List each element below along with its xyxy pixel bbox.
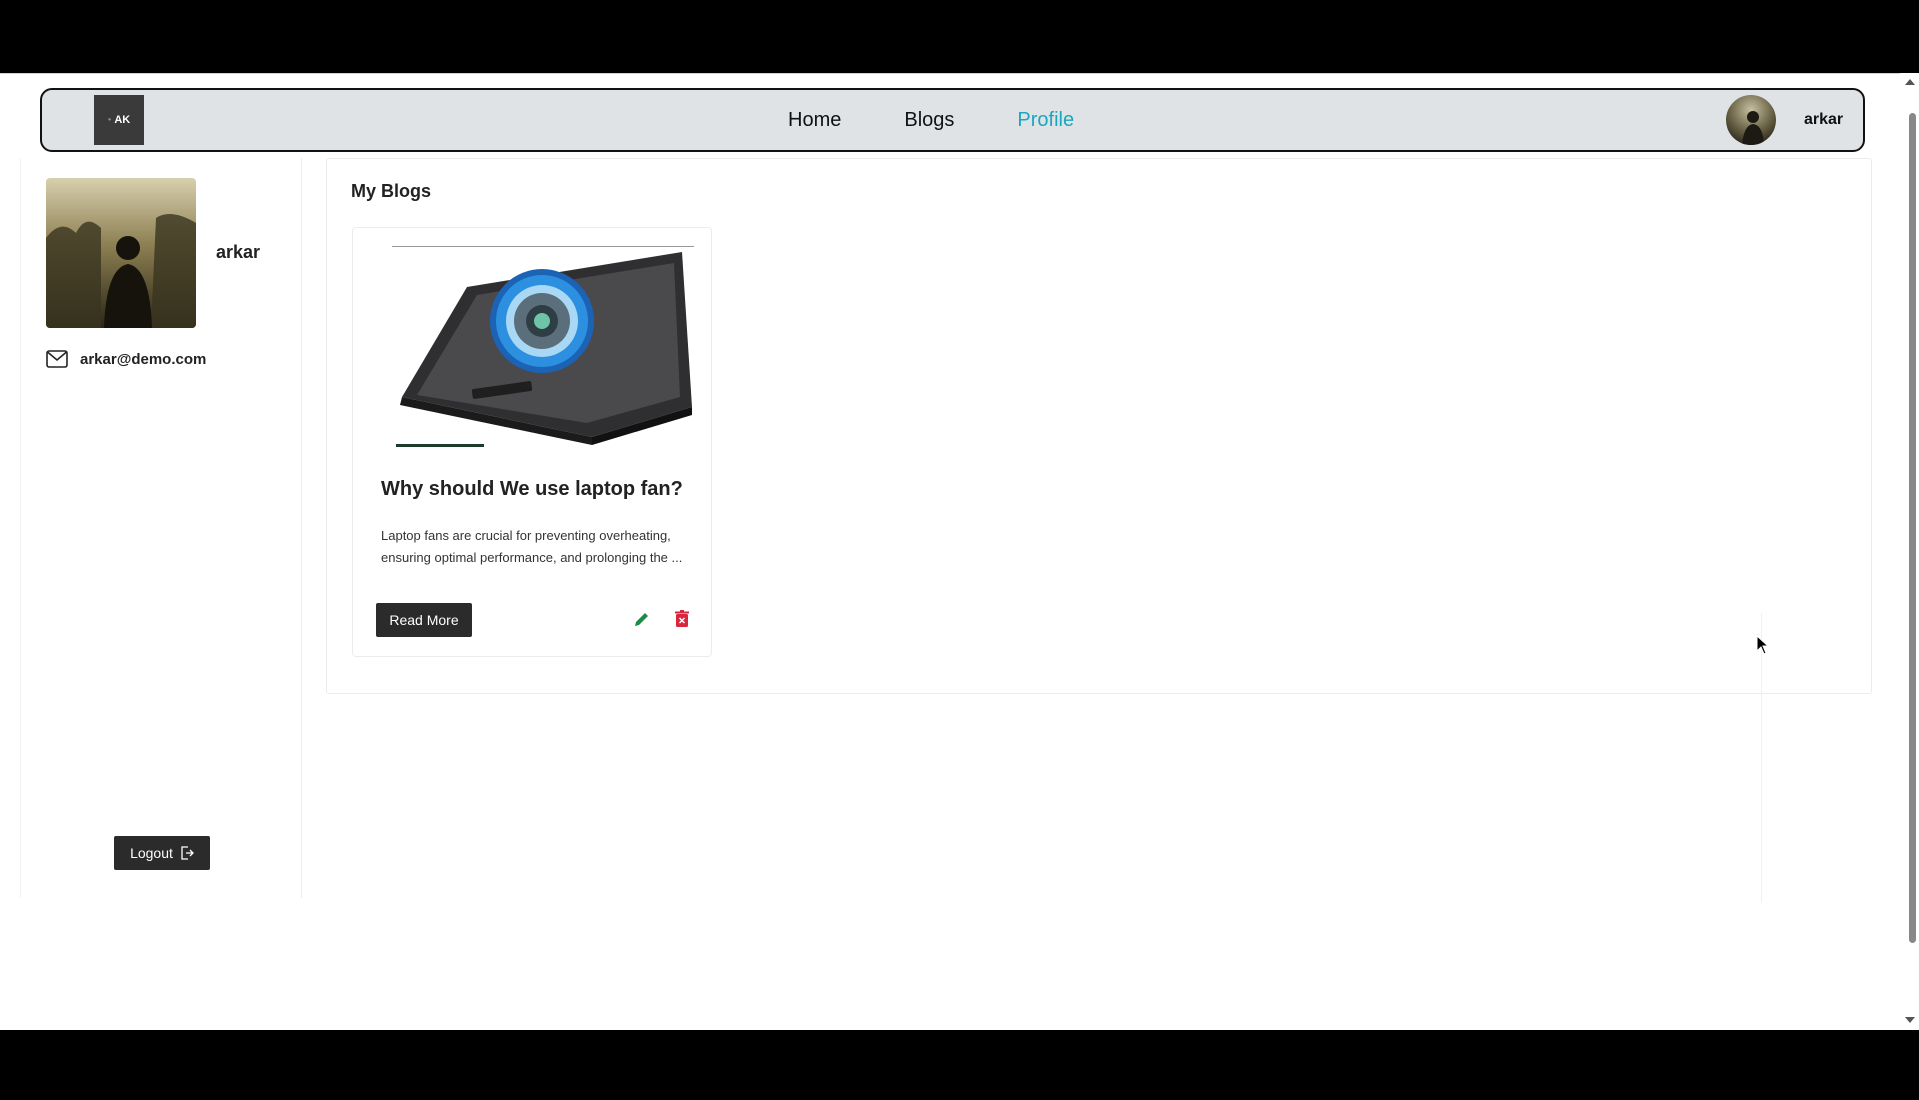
blog-excerpt: Laptop fans are crucial for preventing o…	[381, 528, 683, 565]
read-more-button[interactable]: Read More	[376, 603, 472, 637]
divider-line	[1761, 613, 1762, 903]
page-viewport: ● AK Home Blogs Profile arkar arkar arka…	[0, 73, 1919, 1030]
scrollbar-thumb[interactable]	[1909, 113, 1916, 943]
avatar[interactable]	[1726, 95, 1776, 145]
nav-links: Home Blogs Profile	[788, 90, 1074, 150]
browser-bottom-black-bar	[0, 1030, 1919, 1100]
nav-link-home[interactable]: Home	[788, 109, 841, 132]
profile-photo-image	[46, 178, 196, 328]
image-accent-bar	[396, 444, 484, 447]
site-logo[interactable]: ● AK	[94, 95, 144, 145]
trash-icon[interactable]	[674, 610, 690, 628]
email-row: arkar@demo.com	[46, 350, 206, 368]
browser-top-black-bar	[0, 0, 1919, 73]
blog-title[interactable]: Why should We use laptop fan?	[381, 478, 683, 501]
logo-text: AK	[114, 114, 131, 126]
avatar-image	[1726, 95, 1776, 145]
nav-link-blogs[interactable]: Blogs	[904, 109, 954, 132]
my-blogs-panel: My Blogs Why should We use laptop fan? L…	[326, 158, 1872, 694]
mail-icon	[46, 350, 68, 368]
viewport-top-border	[0, 73, 1900, 78]
nav-link-profile[interactable]: Profile	[1017, 109, 1074, 132]
email-text: arkar@demo.com	[80, 350, 207, 368]
logout-label: Logout	[130, 845, 173, 861]
scroll-down-arrow-icon[interactable]	[1905, 1017, 1915, 1023]
blog-card-image[interactable]	[392, 246, 694, 446]
profile-name: arkar	[216, 242, 261, 262]
mouse-cursor-icon	[1756, 635, 1770, 655]
profile-photo	[46, 178, 196, 328]
navbar: ● AK Home Blogs Profile arkar	[40, 88, 1865, 152]
logo-dot: ●	[107, 117, 112, 123]
blog-card: Why should We use laptop fan? Laptop fan…	[352, 227, 712, 657]
logout-icon	[181, 846, 194, 860]
nav-username[interactable]: arkar	[1804, 90, 1843, 150]
pencil-icon[interactable]	[633, 610, 651, 628]
laptop-cooler-image	[392, 247, 694, 446]
section-title: My Blogs	[351, 181, 432, 201]
profile-sidebar: arkar arkar@demo.com Logout	[20, 158, 302, 898]
page-scrollbar[interactable]	[1900, 73, 1919, 1030]
scroll-up-arrow-icon[interactable]	[1905, 79, 1915, 85]
logout-button[interactable]: Logout	[114, 836, 210, 870]
